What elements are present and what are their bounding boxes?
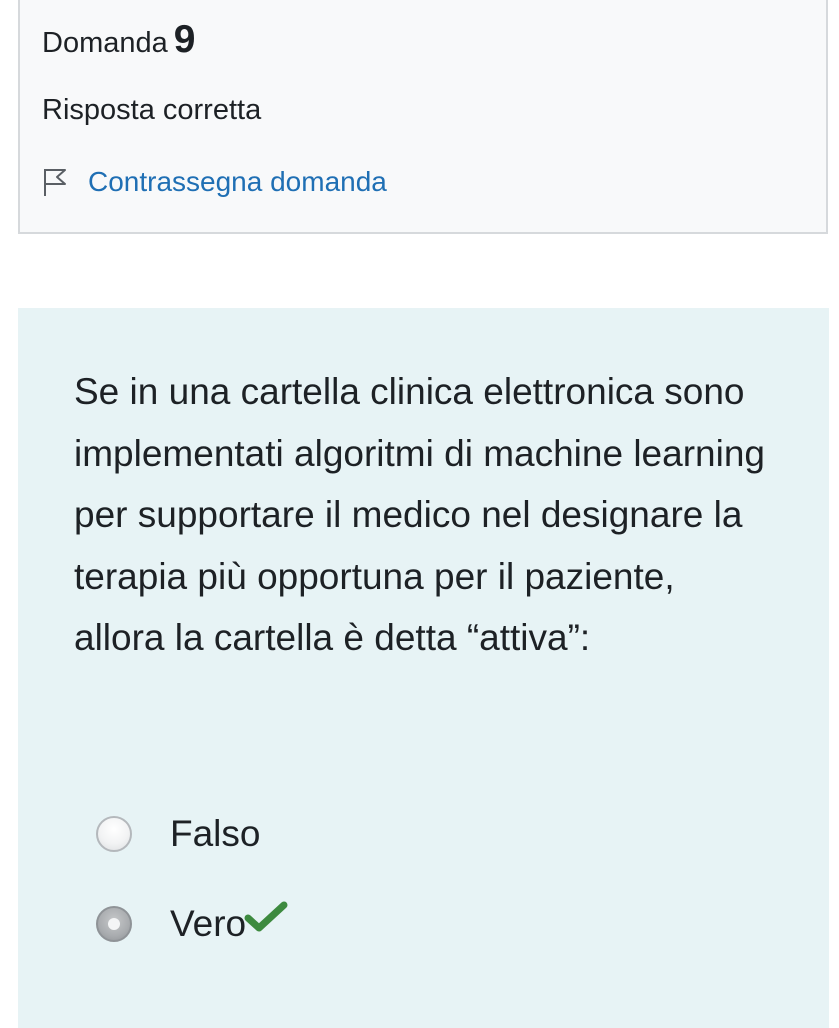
- question-number: 9: [173, 18, 196, 61]
- flag-question-label[interactable]: Contrassegna domanda: [88, 166, 387, 198]
- question-heading: Domanda 9: [42, 18, 195, 62]
- question-text: Se in una cartella clinica elettronica s…: [74, 371, 765, 658]
- flag-question-link[interactable]: Contrassegna domanda: [42, 166, 387, 198]
- radio-button-vero[interactable]: [96, 906, 132, 942]
- question-state: Risposta corretta: [42, 94, 262, 126]
- question-prefix: Domanda: [42, 27, 168, 59]
- question-info-panel: Domanda 9 Risposta corretta Contrassegna …: [18, 0, 828, 234]
- flag-outline-icon: [44, 169, 66, 196]
- answer-option-falso[interactable]: Falso: [96, 813, 260, 855]
- answer-label-falso[interactable]: Falso: [170, 813, 260, 855]
- answer-label-vero[interactable]: Vero: [170, 903, 246, 945]
- question-formulation: Se in una cartella clinica elettronica s…: [18, 308, 829, 1028]
- radio-button-falso[interactable]: [96, 816, 132, 852]
- answer-option-vero[interactable]: Vero: [96, 901, 288, 945]
- checkmark-icon: [244, 901, 288, 932]
- radio-selected-dot: [108, 918, 120, 930]
